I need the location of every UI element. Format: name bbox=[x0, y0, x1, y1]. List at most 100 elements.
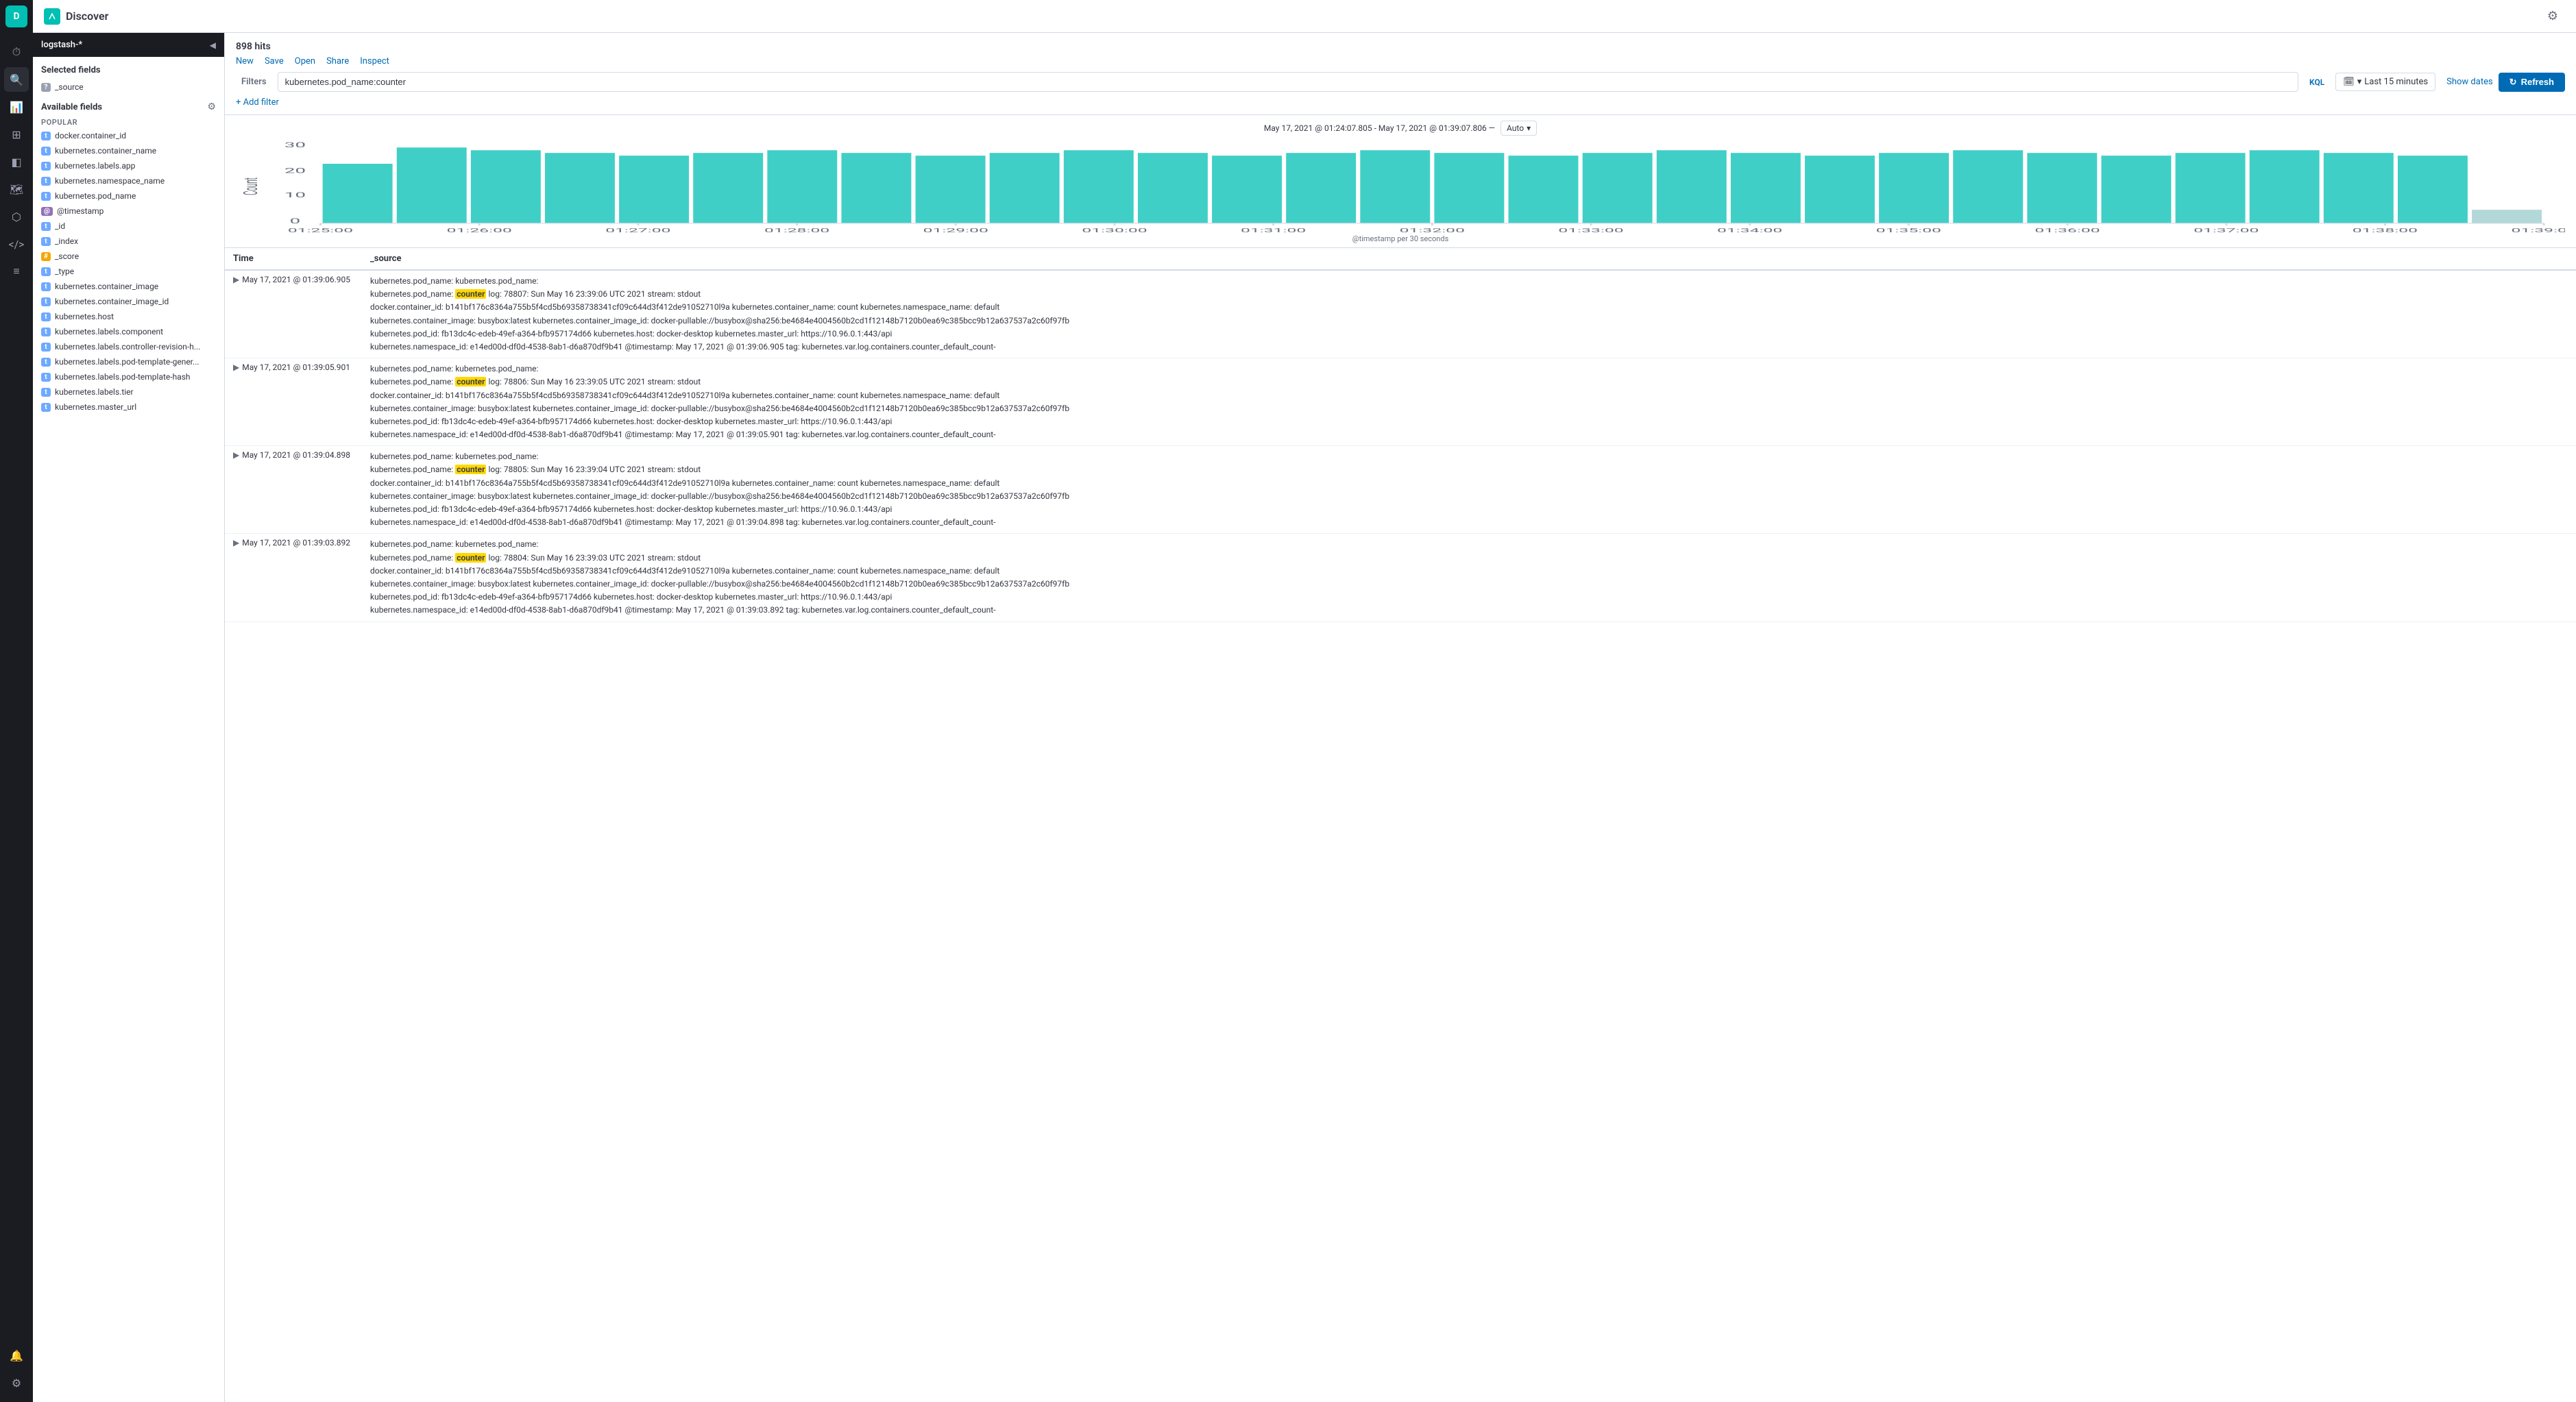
refresh-button[interactable]: ↻ Refresh bbox=[2499, 73, 2565, 92]
discover-toolbar: 898 hits New Save Open Share Inspect Fil… bbox=[225, 33, 2576, 115]
highlight-counter: counter bbox=[455, 289, 486, 299]
nav-sidebar: D ⏱ 🔍 📊 ⊞ ◧ 🗺 ⬡ </> ≡ 🔔 ⚙ bbox=[0, 0, 33, 1402]
list-item[interactable]: tkubernetes.host bbox=[33, 309, 224, 324]
col-header-source[interactable]: _source bbox=[362, 248, 2576, 270]
inspect-button[interactable]: Inspect bbox=[360, 56, 389, 66]
refresh-label: Refresh bbox=[2521, 77, 2554, 87]
nav-icon-clock[interactable]: ⏱ bbox=[4, 40, 29, 64]
popular-label: Popular bbox=[33, 115, 224, 128]
available-fields-gear-icon[interactable]: ⚙ bbox=[207, 101, 216, 112]
list-item[interactable]: tkubernetes.labels.app bbox=[33, 158, 224, 173]
index-pattern-arrow-icon: ◀ bbox=[210, 40, 216, 50]
list-item[interactable]: tkubernetes.master_url bbox=[33, 399, 224, 415]
nav-icon-visualize[interactable]: 📊 bbox=[4, 95, 29, 119]
page-title: Discover bbox=[66, 10, 2535, 23]
chart-date-range: May 17, 2021 @ 01:24:07.805 - May 17, 20… bbox=[1264, 123, 1495, 133]
svg-text:01:36:00: 01:36:00 bbox=[2034, 227, 2100, 234]
histogram-svg: 30 20 10 0 Count 01:25:0001:26:0001:27:0… bbox=[236, 138, 2565, 234]
list-item[interactable]: tkubernetes.namespace_name bbox=[33, 173, 224, 188]
nav-icon-alerts[interactable]: 🔔 bbox=[4, 1343, 29, 1368]
refresh-icon: ↻ bbox=[2510, 77, 2517, 88]
list-item[interactable]: #_score bbox=[33, 249, 224, 264]
svg-text:01:28:00: 01:28:00 bbox=[764, 227, 829, 234]
hits-count: 898 hits bbox=[236, 38, 2565, 56]
svg-text:01:35:00: 01:35:00 bbox=[1876, 227, 1941, 234]
nav-icon-stack[interactable]: ≡ bbox=[4, 259, 29, 284]
list-item[interactable]: @@timestamp bbox=[33, 204, 224, 219]
table-row: ▶May 17, 2021 @ 01:39:03.892kubernetes.p… bbox=[225, 534, 2576, 622]
svg-text:01:38:00: 01:38:00 bbox=[2353, 227, 2418, 234]
nav-icon-dashboard[interactable]: ⊞ bbox=[4, 122, 29, 147]
svg-text:01:37:00: 01:37:00 bbox=[2194, 227, 2259, 234]
svg-text:01:25:00: 01:25:00 bbox=[288, 227, 353, 234]
list-item[interactable]: t_type bbox=[33, 264, 224, 279]
available-fields-title: Available fields bbox=[41, 102, 102, 112]
svg-text:01:29:00: 01:29:00 bbox=[923, 227, 988, 234]
results-area[interactable]: Time _source ▶May 17, 2021 @ 01:39:06.90… bbox=[225, 248, 2576, 1402]
svg-text:01:27:00: 01:27:00 bbox=[605, 227, 670, 234]
list-item[interactable]: tkubernetes.container_name bbox=[33, 143, 224, 158]
nav-icon-devtools[interactable]: </> bbox=[4, 232, 29, 256]
new-button[interactable]: New bbox=[236, 56, 254, 66]
calendar-icon: 🗓 bbox=[2343, 77, 2355, 87]
top-nav-gear-icon[interactable]: ⚙ bbox=[2540, 4, 2565, 29]
col-header-time[interactable]: Time bbox=[225, 248, 362, 270]
list-item[interactable]: tkubernetes.labels.pod-template-hash bbox=[33, 369, 224, 384]
svg-text:01:30:00: 01:30:00 bbox=[1082, 227, 1147, 234]
index-pattern-label: logstash-* bbox=[41, 40, 82, 50]
table-row: ▶May 17, 2021 @ 01:39:06.905kubernetes.p… bbox=[225, 270, 2576, 358]
discover-main: 898 hits New Save Open Share Inspect Fil… bbox=[225, 33, 2576, 1402]
svg-text:10: 10 bbox=[284, 192, 306, 199]
list-item[interactable]: tkubernetes.container_image bbox=[33, 279, 224, 294]
highlight-counter: counter bbox=[455, 465, 486, 474]
time-picker[interactable]: 🗓 ▾ Last 15 minutes bbox=[2335, 73, 2435, 91]
time-picker-chevron-icon: ▾ bbox=[2357, 77, 2362, 87]
expand-row-button[interactable]: ▶ bbox=[233, 450, 242, 460]
list-item[interactable]: tkubernetes.container_image_id bbox=[33, 294, 224, 309]
list-item[interactable]: tkubernetes.labels.tier bbox=[33, 384, 224, 399]
expand-row-button[interactable]: ▶ bbox=[233, 275, 242, 284]
open-button[interactable]: Open bbox=[295, 56, 315, 66]
highlight-counter: counter bbox=[455, 377, 486, 386]
list-item[interactable]: t_index bbox=[33, 234, 224, 249]
results-tbody: ▶May 17, 2021 @ 01:39:06.905kubernetes.p… bbox=[225, 270, 2576, 622]
list-item[interactable]: tkubernetes.labels.controller-revision-h… bbox=[33, 339, 224, 354]
expand-row-button[interactable]: ▶ bbox=[233, 362, 242, 372]
list-item[interactable]: tdocker.container_id bbox=[33, 128, 224, 143]
chart-auto-select[interactable]: Auto ▾ bbox=[1500, 121, 1537, 136]
svg-text:Count: Count bbox=[241, 177, 263, 195]
kibana-logo bbox=[44, 8, 60, 25]
app-logo[interactable]: D bbox=[5, 5, 27, 27]
available-fields-header: Available fields ⚙ bbox=[33, 95, 224, 115]
table-row: ▶May 17, 2021 @ 01:39:05.901kubernetes.p… bbox=[225, 358, 2576, 446]
nav-icon-maps[interactable]: 🗺 bbox=[4, 177, 29, 201]
nav-icon-ml[interactable]: ⬡ bbox=[4, 204, 29, 229]
add-filter-row: + Add filter bbox=[236, 97, 2565, 112]
list-item[interactable]: t_id bbox=[33, 219, 224, 234]
list-item[interactable]: tkubernetes.labels.pod-template-gener... bbox=[33, 354, 224, 369]
filters-label: Filters bbox=[236, 77, 272, 87]
kql-badge[interactable]: KQL bbox=[2304, 75, 2330, 90]
svg-text:20: 20 bbox=[284, 167, 306, 175]
add-filter-link[interactable]: + Add filter bbox=[236, 96, 279, 109]
list-item[interactable]: tkubernetes.pod_name bbox=[33, 188, 224, 204]
svg-text:01:33:00: 01:33:00 bbox=[1558, 227, 1623, 234]
filter-row: Filters KQL 🗓 ▾ Last 15 minutes Show dat… bbox=[236, 72, 2565, 92]
share-button[interactable]: Share bbox=[326, 56, 349, 66]
nav-icon-canvas[interactable]: ◧ bbox=[4, 149, 29, 174]
show-dates-link[interactable]: Show dates bbox=[2446, 77, 2493, 87]
content-wrapper: logstash-* ◀ Selected fields ? _source A… bbox=[33, 33, 2576, 1402]
save-button[interactable]: Save bbox=[265, 56, 284, 66]
nav-icon-discover[interactable]: 🔍 bbox=[4, 67, 29, 92]
time-picker-value: Last 15 minutes bbox=[2364, 77, 2428, 87]
chart-x-label: @timestamp per 30 seconds bbox=[236, 234, 2565, 247]
nav-icon-settings[interactable]: ⚙ bbox=[4, 1370, 29, 1395]
list-item[interactable]: tkubernetes.labels.component bbox=[33, 324, 224, 339]
selected-field-source[interactable]: ? _source bbox=[33, 79, 224, 95]
expand-row-button[interactable]: ▶ bbox=[233, 538, 242, 548]
selected-fields-title: Selected fields bbox=[33, 57, 224, 79]
field-type-question-icon: ? bbox=[41, 83, 51, 92]
index-pattern-bar[interactable]: logstash-* ◀ bbox=[33, 33, 224, 57]
chart-auto-chevron-icon: ▾ bbox=[1527, 123, 1531, 133]
search-input[interactable] bbox=[278, 72, 2298, 92]
